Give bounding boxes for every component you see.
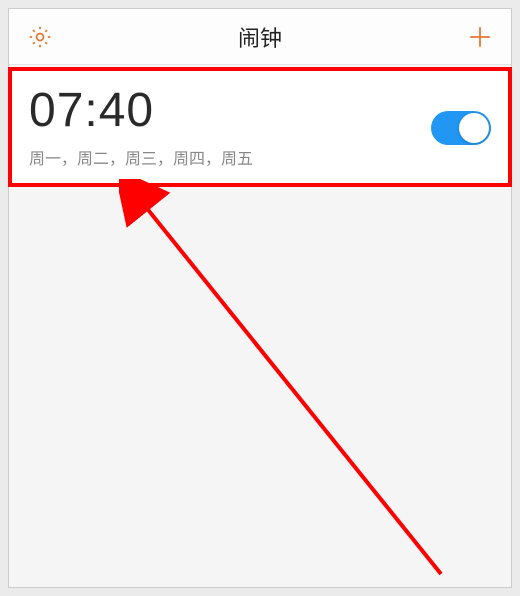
page-title: 闹钟 xyxy=(238,21,282,53)
alarm-days: 周一，周二，周三，周四，周五 xyxy=(29,145,253,169)
app-frame: 闹钟 07:40 周一，周二，周三，周四，周五 xyxy=(8,8,512,588)
alarm-info: 07:40 周一，周二，周三，周四，周五 xyxy=(29,87,253,169)
header-bar: 闹钟 xyxy=(9,9,511,65)
settings-icon[interactable] xyxy=(27,24,53,50)
alarm-item-wrapper: 07:40 周一，周二，周三，周四，周五 xyxy=(9,69,511,185)
toggle-knob xyxy=(459,113,489,143)
annotation-arrow xyxy=(119,179,459,589)
alarm-time: 07:40 xyxy=(29,87,253,135)
add-alarm-icon[interactable] xyxy=(467,24,493,50)
alarm-toggle[interactable] xyxy=(431,111,491,145)
alarm-item[interactable]: 07:40 周一，周二，周三，周四，周五 xyxy=(9,69,511,185)
